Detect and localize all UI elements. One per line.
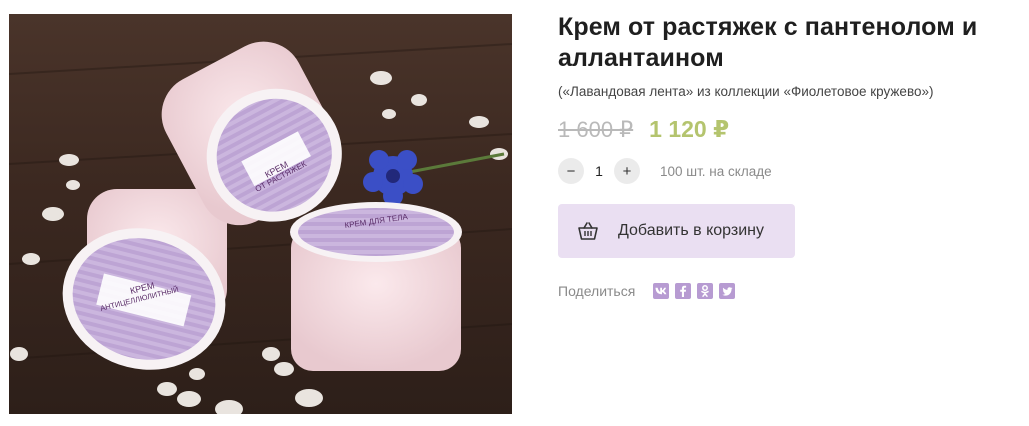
share-row: Поделиться bbox=[558, 283, 1024, 299]
decrease-quantity-button[interactable]: − bbox=[558, 158, 584, 184]
sale-price: 1 120 ₽ bbox=[649, 116, 730, 142]
add-to-cart-button[interactable]: Добавить в корзину bbox=[558, 204, 795, 258]
social-links bbox=[653, 283, 741, 299]
product-collection: («Лавандовая лента» из коллекции «Фиолет… bbox=[558, 84, 934, 99]
stock-status: 100 шт. на складе bbox=[660, 163, 772, 179]
old-price: 1 600 ₽ bbox=[558, 117, 634, 142]
twitter-icon[interactable] bbox=[719, 283, 736, 299]
price-row: 1 600 ₽ 1 120 ₽ bbox=[558, 116, 1024, 143]
quantity-stepper: − 1 + 100 шт. на складе bbox=[558, 158, 1024, 184]
product-info: Крем от растяжек с пантенолом и аллантаи… bbox=[558, 12, 1024, 299]
share-label: Поделиться bbox=[558, 283, 636, 299]
facebook-icon[interactable] bbox=[675, 283, 692, 299]
add-to-cart-label: Добавить в корзину bbox=[618, 222, 765, 239]
product-title: Крем от растяжек с пантенолом и аллантаи… bbox=[558, 12, 1024, 74]
basket-icon bbox=[578, 221, 598, 241]
product-title-line1: Крем от растяжек с пантенолом и bbox=[558, 13, 978, 41]
product-photo: КРЕМ ОТ РАСТЯЖЕК КРЕМ ДЛЯ ТЕЛА КРЕМ АНТИ… bbox=[9, 14, 512, 414]
increase-quantity-button[interactable]: + bbox=[614, 158, 640, 184]
product-image: КРЕМ ОТ РАСТЯЖЕК КРЕМ ДЛЯ ТЕЛА КРЕМ АНТИ… bbox=[9, 41, 512, 414]
product-title-line2: аллантаином bbox=[558, 44, 724, 72]
odnoklassniki-icon[interactable] bbox=[697, 283, 714, 299]
vk-icon[interactable] bbox=[653, 283, 670, 299]
quantity-value[interactable]: 1 bbox=[584, 163, 614, 179]
